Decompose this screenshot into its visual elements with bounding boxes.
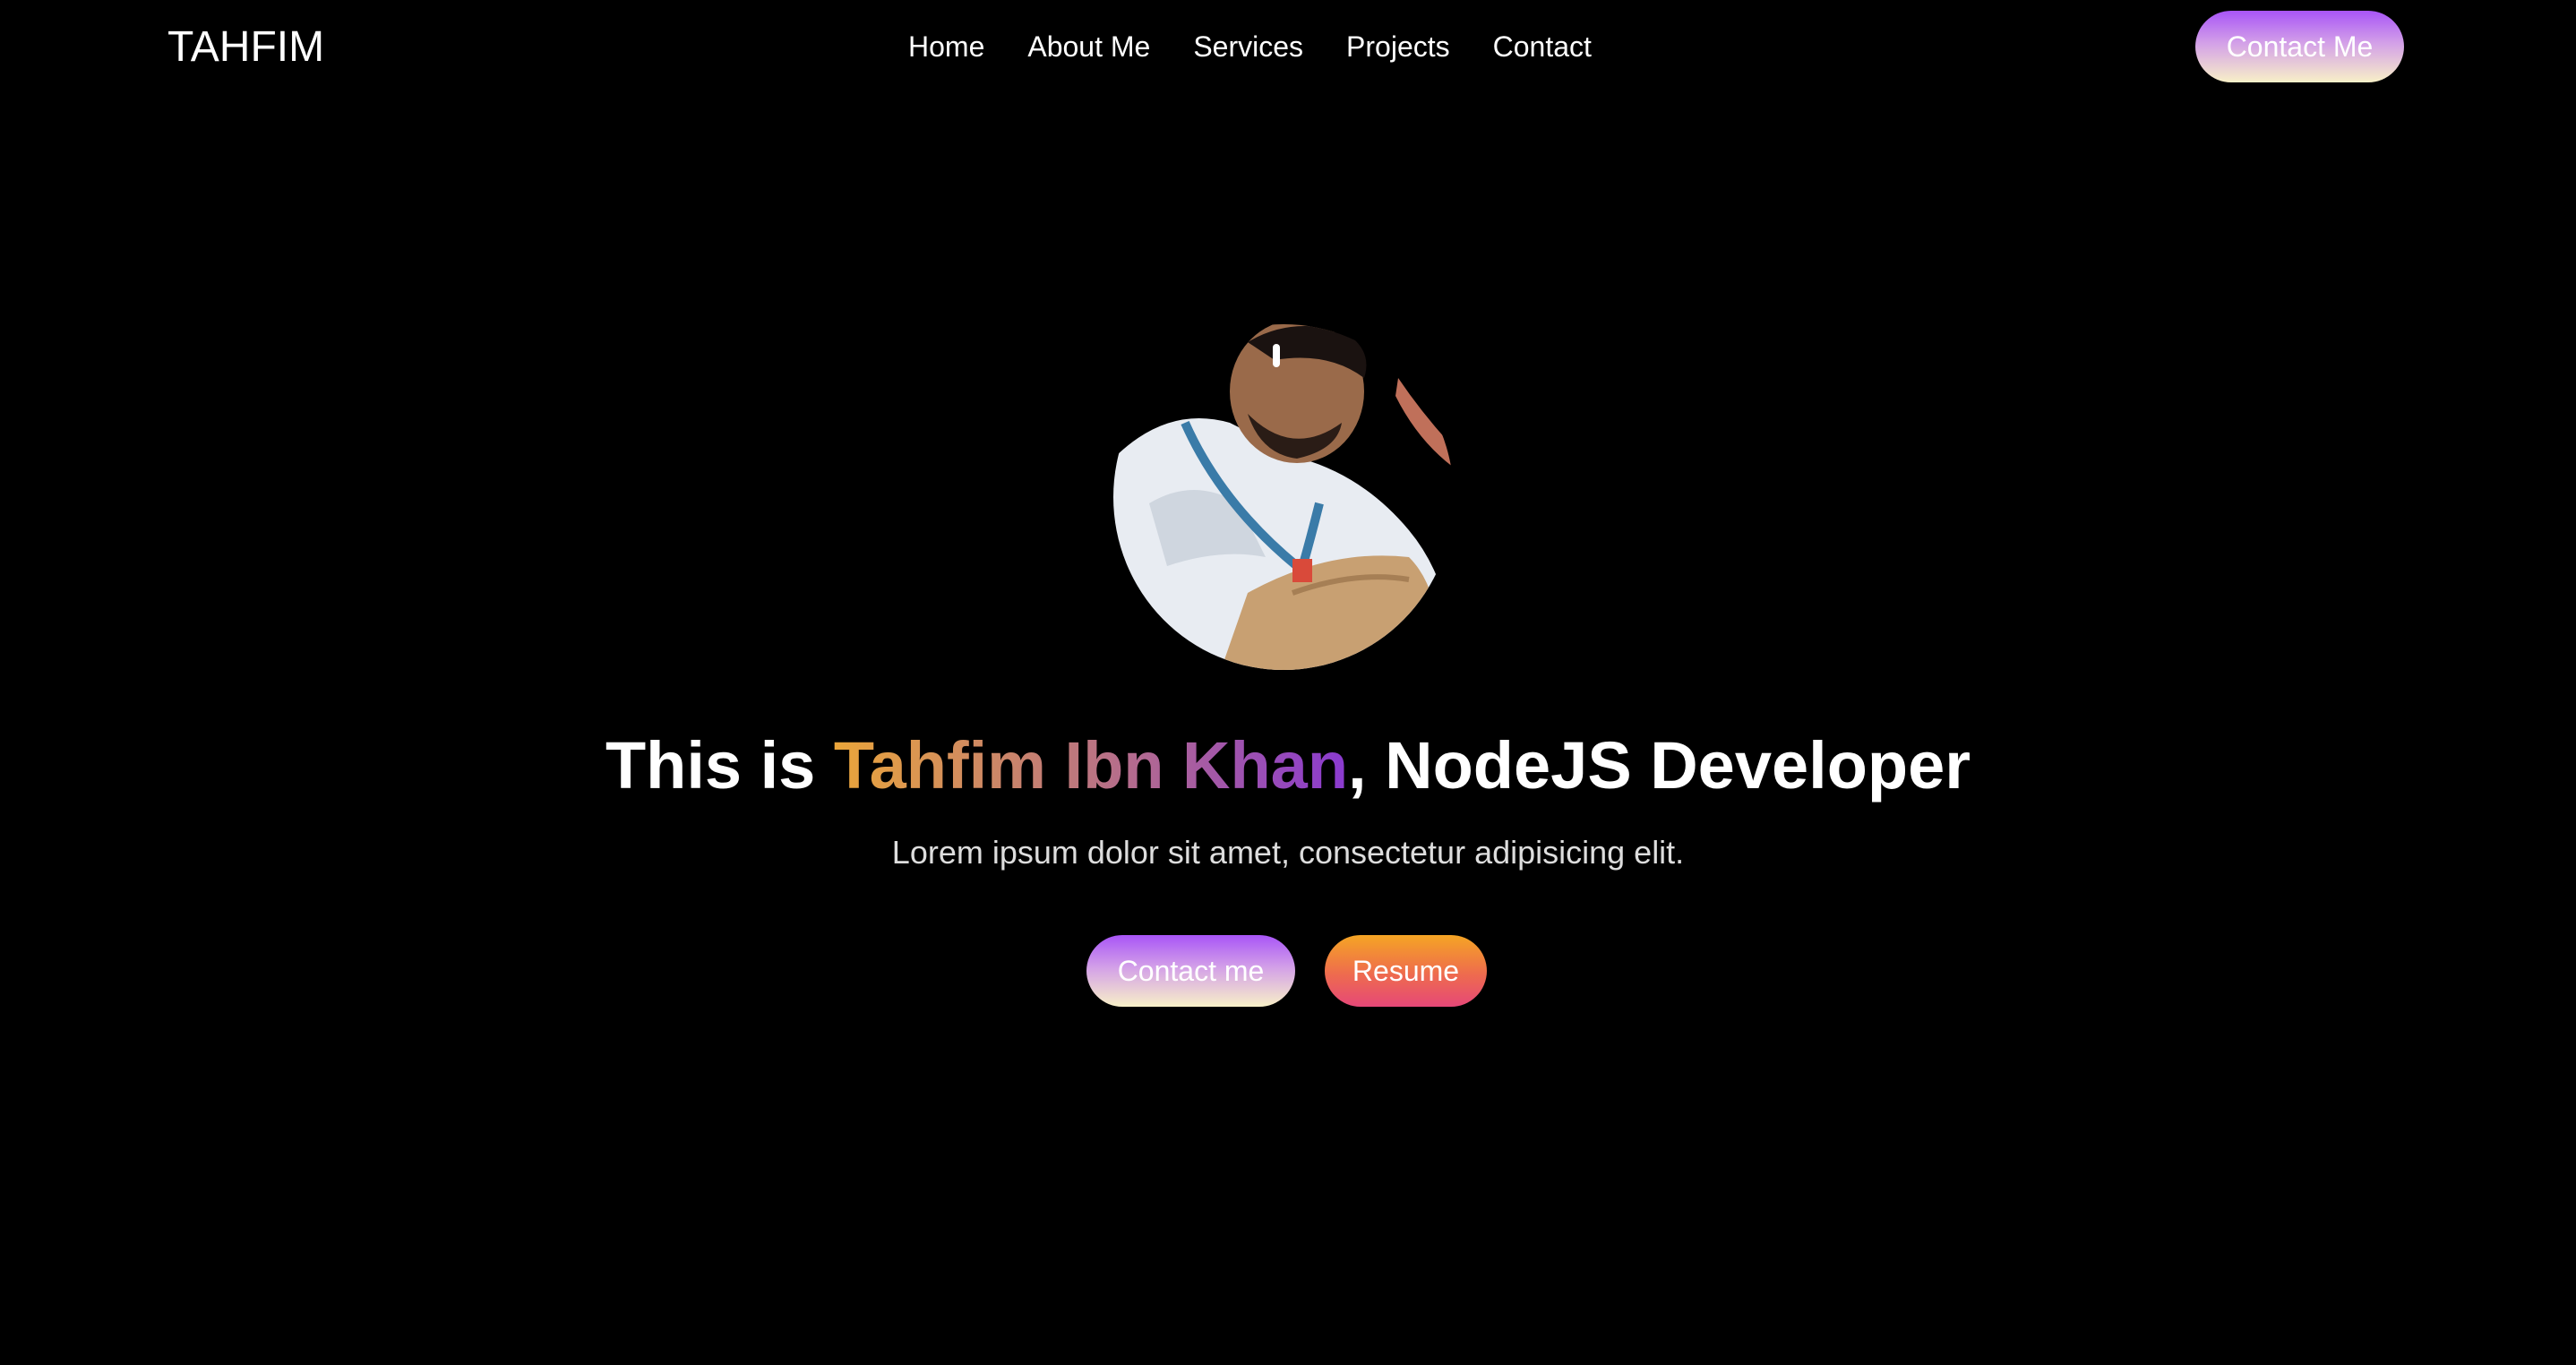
contact-me-button[interactable]: Contact me xyxy=(1086,935,1295,1007)
headline-name: Tahfim Ibn Khan xyxy=(833,728,1349,803)
hero-section: This is Tahfim Ibn Khan, NodeJS Develope… xyxy=(0,0,2576,1365)
headline-suffix: , NodeJS Developer xyxy=(1348,728,1971,803)
resume-button[interactable]: Resume xyxy=(1325,935,1487,1007)
hero-subtitle: Lorem ipsum dolor sit amet, consectetur … xyxy=(891,834,1685,871)
headline-prefix: This is xyxy=(605,728,834,803)
profile-photo xyxy=(1113,324,1454,670)
profile-avatar xyxy=(1113,324,1454,670)
hero-actions: Contact me Resume xyxy=(1086,935,1487,1007)
hero-headline: This is Tahfim Ibn Khan, NodeJS Develope… xyxy=(0,725,2576,806)
